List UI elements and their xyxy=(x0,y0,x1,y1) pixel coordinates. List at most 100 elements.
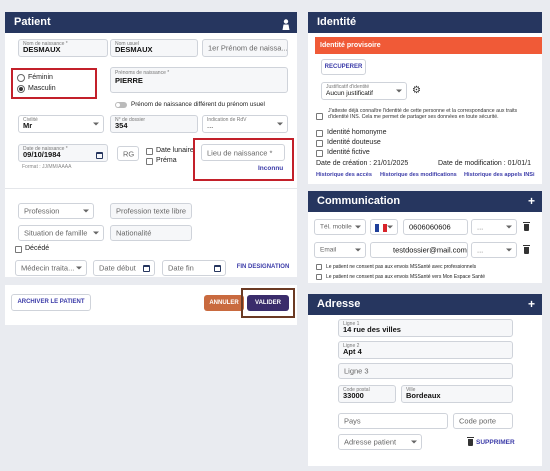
date-fin-placeholder: Date fin xyxy=(168,263,194,273)
ville-field[interactable]: Ville Bordeaux xyxy=(401,385,513,403)
supprimer-button[interactable]: SUPPRIMER xyxy=(476,439,515,446)
situation-famille-select[interactable]: Situation de famille xyxy=(18,225,104,241)
recuperer-button[interactable]: RECUPERER xyxy=(321,59,366,75)
ligne2-field[interactable]: Ligne 2 Apt 4 xyxy=(338,341,513,359)
date-lunaire-checkbox[interactable] xyxy=(146,148,153,155)
indication-rdv-select[interactable]: Indication de RdV ... xyxy=(202,115,288,133)
date-debut-placeholder: Date début xyxy=(99,263,136,273)
justificatif-select[interactable]: Justificatif d'identité Aucun justificat… xyxy=(321,82,407,100)
type-adresse-select[interactable]: Adresse patient xyxy=(338,434,422,450)
patient-panel: Patient Nom de naissance * DESMAUX Nom u… xyxy=(5,12,297,277)
identite-panel: Identité Identité provisoire RECUPERER J… xyxy=(308,12,542,184)
email-value-field[interactable]: testdossier@mail.com xyxy=(370,242,468,258)
historique-appels-link[interactable]: Historique des appels INSi xyxy=(464,172,535,178)
lieu-naissance-field[interactable]: Lieu de naissance * xyxy=(201,144,285,161)
calendar-icon[interactable] xyxy=(96,152,103,159)
premier-prenom-placeholder: 1er Prénom de naissa... xyxy=(208,43,288,53)
decede-checkbox[interactable] xyxy=(15,246,22,253)
dossier-field[interactable]: N° de dossier 354 xyxy=(110,115,198,133)
pays-field[interactable]: Pays xyxy=(338,413,448,429)
date-debut-field[interactable]: Date début xyxy=(93,260,155,276)
profession-placeholder: Profession xyxy=(24,206,60,216)
email-type-value: Email xyxy=(320,246,337,254)
chevron-down-icon xyxy=(93,231,99,235)
adresse-header: Adresse + xyxy=(308,294,542,315)
decede-label: Décédé xyxy=(25,245,50,252)
consent-espace-checkbox[interactable] xyxy=(316,274,322,280)
trash-icon[interactable] xyxy=(523,245,530,254)
douteuse-label: Identité douteuse xyxy=(327,139,381,146)
tel-value: 0606060606 xyxy=(409,222,451,232)
ligne1-field[interactable]: Ligne 1 14 rue des villes xyxy=(338,319,513,337)
prenoms-naissance-field[interactable]: Prénoms de naissance * PIERRE xyxy=(110,67,288,93)
chevron-down-icon xyxy=(506,248,512,252)
douteuse-checkbox[interactable] xyxy=(316,140,323,147)
historique-acces-link[interactable]: Historique des accès xyxy=(316,172,372,178)
patient-title: Patient xyxy=(14,16,51,28)
tel-value-field[interactable]: 0606060606 xyxy=(403,219,468,235)
fictive-checkbox[interactable] xyxy=(316,150,323,157)
email-type-select[interactable]: Email xyxy=(314,242,366,258)
trash-icon[interactable] xyxy=(523,222,530,231)
masculin-radio[interactable] xyxy=(17,85,25,93)
feminin-label: Féminin xyxy=(28,74,53,81)
calendar-icon[interactable] xyxy=(143,265,150,272)
rg-label: RG xyxy=(123,149,135,158)
date-naissance-field[interactable]: Date de naissance * 09/10/1984 xyxy=(18,144,108,162)
annuler-button[interactable]: ANNULER xyxy=(204,295,244,311)
tel-extra-value: ... xyxy=(477,222,484,232)
homonyme-checkbox[interactable] xyxy=(316,130,323,137)
gear-icon[interactable]: ⚙ xyxy=(412,86,421,96)
premier-prenom-field[interactable]: 1er Prénom de naissa... xyxy=(202,39,288,57)
ligne3-placeholder: Ligne 3 xyxy=(344,366,369,376)
email-value: testdossier@mail.com xyxy=(393,245,467,255)
date-creation: Date de création : 21/01/2025 xyxy=(316,160,409,167)
archiver-button[interactable]: ARCHIVER LE PATIENT xyxy=(11,294,91,311)
person-icon[interactable] xyxy=(282,17,290,30)
profession-select[interactable]: Profession xyxy=(18,203,94,219)
date-format-hint: Format : JJ/MM/AAAA xyxy=(22,164,72,170)
chevron-down-icon xyxy=(83,209,89,213)
sexe-highlight xyxy=(11,68,97,99)
nom-usuel-field[interactable]: Nom usuel DESMAUX xyxy=(110,39,198,57)
prenoms-naissance-value: PIERRE xyxy=(115,76,143,85)
valider-button[interactable]: VALIDER xyxy=(247,295,289,311)
email-extra-value: ... xyxy=(477,245,484,255)
medecin-traitant-select[interactable]: Médecin traita... xyxy=(15,260,87,276)
plus-icon[interactable]: + xyxy=(528,298,535,310)
prenom-usuel-toggle[interactable] xyxy=(115,102,127,108)
justificatif-value: Aucun justificatif xyxy=(326,90,373,97)
code-postal-field[interactable]: Code postal 33000 xyxy=(338,385,396,403)
chevron-down-icon xyxy=(76,266,82,270)
rg-field[interactable]: RG xyxy=(117,146,139,161)
consent-espace-label: Le patient ne consent pas aux envois MSS… xyxy=(326,274,485,280)
feminin-radio[interactable] xyxy=(17,74,25,82)
calendar-icon[interactable] xyxy=(214,265,221,272)
fin-designation-button[interactable]: FIN DESIGNATION xyxy=(233,261,293,276)
tel-extra-select[interactable]: ... xyxy=(471,219,517,235)
civilite-value: Mr xyxy=(23,121,33,130)
historique-modifications-link[interactable]: Historique des modifications xyxy=(380,172,457,178)
country-select[interactable] xyxy=(370,219,398,235)
medecin-traitant-placeholder: Médecin traita... xyxy=(21,263,75,273)
date-fin-field[interactable]: Date fin xyxy=(162,260,226,276)
chevron-down-icon xyxy=(93,122,99,126)
consent-pro-checkbox[interactable] xyxy=(316,264,322,270)
email-extra-select[interactable]: ... xyxy=(471,242,517,258)
date-naissance-value: 09/10/1984 xyxy=(23,150,61,159)
trash-icon[interactable] xyxy=(467,437,474,446)
profession-libre-field[interactable]: Profession texte libre xyxy=(110,203,192,219)
patient-actions: ARCHIVER LE PATIENT ANNULER VALIDER xyxy=(5,285,297,325)
plus-icon[interactable]: + xyxy=(528,195,535,207)
civilite-select[interactable]: Civilité Mr xyxy=(18,115,104,133)
ville-value: Bordeaux xyxy=(406,391,441,400)
nationalite-field[interactable]: Nationalité xyxy=(110,225,192,241)
nom-naissance-field[interactable]: Nom de naissance * DESMAUX xyxy=(18,39,108,57)
prema-checkbox[interactable] xyxy=(146,158,153,165)
tel-type-select[interactable]: Tél. mobile xyxy=(314,219,366,235)
ligne3-field[interactable]: Ligne 3 xyxy=(338,363,513,379)
chevron-down-icon xyxy=(396,89,402,93)
code-porte-field[interactable]: Code porte xyxy=(453,413,513,429)
identite-header: Identité xyxy=(308,12,542,33)
attestation-checkbox[interactable] xyxy=(316,113,323,120)
